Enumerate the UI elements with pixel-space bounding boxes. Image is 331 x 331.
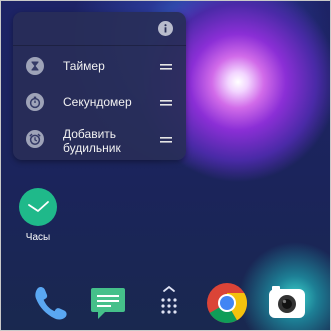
info-icon[interactable] [158,21,173,36]
popup-header [13,12,186,46]
drag-handle-icon[interactable] [160,63,172,71]
shortcut-label-stopwatch: Секундомер [63,95,132,109]
phone-icon[interactable] [30,282,72,324]
messages-icon[interactable] [88,282,130,324]
app-shortcuts-popup: Таймер Секундомер Добавить будильник [13,12,186,160]
drag-handle-icon[interactable] [160,136,172,144]
app-drawer-icon[interactable] [148,282,190,324]
chrome-icon[interactable] [206,282,248,324]
alarm-clock-icon [26,130,44,148]
shortcut-label-add-alarm: Добавить будильник [63,127,121,155]
stopwatch-icon [26,93,44,111]
clock-app-label: Часы [25,232,51,243]
camera-icon[interactable] [266,282,308,324]
home-screen: Таймер Секундомер Добавить будильник Час… [0,0,331,331]
clock-icon [19,188,57,226]
shortcut-item-stopwatch[interactable]: Секундомер [13,85,186,119]
clock-app[interactable]: Часы [18,187,58,243]
shortcut-item-timer[interactable]: Таймер [13,49,186,83]
shortcut-item-add-alarm[interactable]: Добавить будильник [13,122,186,156]
hourglass-icon [26,57,44,75]
shortcut-label-timer: Таймер [63,59,105,73]
drag-handle-icon[interactable] [160,99,172,107]
